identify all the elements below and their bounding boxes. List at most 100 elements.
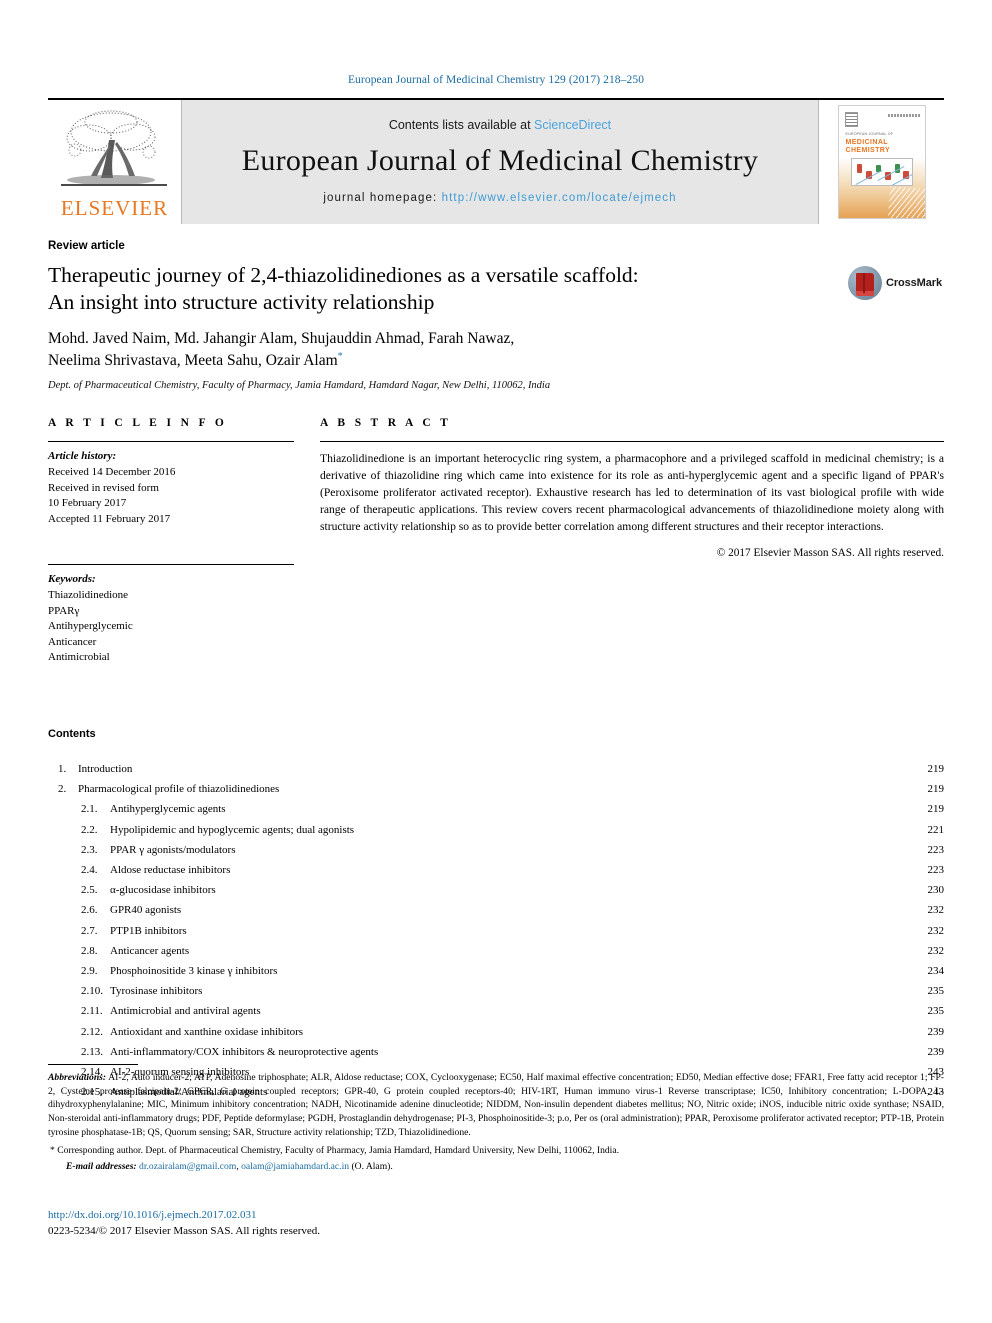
toc-page-number: 239	[927, 1045, 945, 1058]
keywords-label: Keywords:	[48, 573, 96, 586]
toc-row[interactable]: 2.7. PTP1B inhibitors 232	[48, 920, 944, 940]
toc-leader-dots	[383, 1043, 922, 1055]
author-list: Mohd. Javed Naim, Md. Jahangir Alam, Shu…	[48, 328, 944, 372]
toc-leader-dots	[220, 882, 922, 894]
toc-page-number: 232	[927, 924, 945, 937]
toc-row[interactable]: 2.3. PPAR γ agonists/modulators 223	[48, 839, 944, 859]
toc-leader-dots	[230, 801, 922, 813]
toc-label[interactable]: Hypolipidemic and hypoglycemic agents; d…	[110, 824, 359, 836]
cover-image: EUROPEAN JOURNAL OF MEDICINAL CHEMISTRY	[837, 105, 926, 219]
journal-homepage-line: journal homepage: http://www.elsevier.co…	[323, 192, 676, 204]
cover-title-line1: MEDICINAL	[845, 139, 888, 146]
toc-row[interactable]: 2.2. Hypolipidemic and hypoglycemic agent…	[48, 819, 944, 839]
corresponding-author-note: * Corresponding author. Dept. of Pharmac…	[50, 1144, 619, 1156]
keyword-item: Thiazolidinedione	[48, 588, 129, 601]
journal-cover-thumbnail: EUROPEAN JOURNAL OF MEDICINAL CHEMISTRY	[818, 100, 944, 224]
corresponding-author-marker[interactable]: *	[338, 351, 343, 362]
cover-title: MEDICINAL CHEMISTRY	[846, 139, 918, 155]
toc-row[interactable]: 2.1. Antihyperglycemic agents 219	[48, 798, 944, 818]
toc-row[interactable]: 2.12. Antioxidant and xanthine oxidase in…	[48, 1020, 944, 1040]
toc-leader-dots	[240, 841, 922, 853]
toc-row[interactable]: 2.4. Aldose reductase inhibitors 223	[48, 859, 944, 879]
cover-swoosh	[887, 186, 925, 218]
toc-label[interactable]: Introduction	[78, 764, 137, 775]
issn-copyright: 0223-5234/© 2017 Elsevier Masson SAS. Al…	[48, 1224, 321, 1237]
toc-number: 1.	[58, 763, 67, 776]
toc-label[interactable]: Antimicrobial and antiviral agents	[110, 1006, 266, 1017]
toc-number: 2.6.	[81, 904, 98, 917]
sciencedirect-link[interactable]: ScienceDirect	[534, 118, 611, 132]
info-abstract-section: A R T I C L E I N F O Article history: R…	[48, 417, 944, 666]
table-of-contents: 1. Introduction 219 2. Pharmacological profi…	[48, 758, 944, 1101]
keyword-item: Antihyperglycemic	[48, 620, 133, 633]
keyword-item: Anticancer	[48, 635, 97, 648]
elsevier-wordmark: ELSEVIER	[60, 196, 169, 220]
authors-line-2: Neelima Shrivastava, Meeta Sahu, Ozair A…	[48, 352, 338, 370]
email-link-secondary[interactable]: oalam@jamiahamdard.ac.in	[241, 1161, 349, 1172]
doi-link[interactable]: http://dx.doi.org/10.1016/j.ejmech.2017.…	[48, 1208, 320, 1224]
affiliation: Dept. of Pharmaceutical Chemistry, Facul…	[48, 380, 551, 392]
title-line-1: Therapeutic journey of 2,4-thiazolidined…	[48, 263, 639, 287]
toc-row[interactable]: 2.9. Phosphoinositide 3 kinase γ inhibito…	[48, 960, 944, 980]
toc-number: 2.1.	[81, 803, 98, 816]
keywords-rule	[48, 564, 294, 566]
elsevier-tree-icon	[59, 106, 171, 197]
toc-label[interactable]: Tyrosinase inhibitors	[110, 986, 207, 997]
toc-row[interactable]: 2.8. Anticancer agents 232	[48, 940, 944, 960]
keyword-item: PPARγ	[48, 604, 80, 617]
paper-first-page: European Journal of Medicinal Chemistry …	[0, 0, 992, 1323]
crossmark-icon	[848, 266, 882, 300]
toc-row[interactable]: 2. Pharmacological profile of thiazolidin…	[48, 778, 944, 798]
homepage-url-link[interactable]: http://www.elsevier.com/locate/ejmech	[442, 192, 677, 204]
toc-row[interactable]: 2.11. Antimicrobial and antiviral agents 2…	[48, 1000, 944, 1020]
toc-page-number: 235	[927, 985, 945, 998]
toc-number: 2.5.	[81, 884, 98, 897]
homepage-label: journal homepage:	[323, 192, 442, 204]
article-info-rule	[48, 441, 294, 443]
article-info-heading: A R T I C L E I N F O	[48, 417, 228, 430]
toc-number: 2.13.	[81, 1045, 103, 1058]
toc-page-number: 223	[927, 843, 945, 856]
toc-label[interactable]: PTP1B inhibitors	[110, 925, 192, 937]
toc-leader-dots	[235, 862, 922, 874]
title-line-2: An insight into structure activity relat…	[48, 290, 435, 315]
toc-row[interactable]: 2.10. Tyrosinase inhibitors 235	[48, 980, 944, 1000]
toc-leader-dots	[137, 761, 922, 773]
toc-label[interactable]: Antioxidant and xanthine oxidase inhibit…	[110, 1026, 308, 1038]
toc-page-number: 235	[927, 1005, 945, 1018]
abstract-body: Thiazolidinedione is an important hetero…	[320, 452, 944, 534]
toc-label[interactable]: Anti-inflammatory/COX inhibitors & neuro…	[110, 1046, 383, 1058]
article-info-column: A R T I C L E I N F O Article history: R…	[48, 417, 294, 666]
toc-number: 2.	[58, 783, 67, 796]
masthead-center: Contents lists available at ScienceDirec…	[182, 100, 818, 224]
toc-label[interactable]: Pharmacological profile of thiazolidined…	[78, 784, 284, 795]
journal-masthead: ELSEVIER Contents lists available at Sci…	[48, 98, 944, 224]
toc-label[interactable]: α-glucosidase inhibitors	[110, 885, 221, 896]
email-link-primary[interactable]: dr.ozairalam@gmail.com	[139, 1161, 236, 1172]
authors-line-1: Mohd. Javed Naim, Md. Jahangir Alam, Shu…	[48, 330, 515, 348]
page-title: Therapeutic journey of 2,4-thiazolidined…	[48, 262, 848, 316]
crossmark-badge[interactable]: CrossMark	[848, 266, 944, 300]
toc-row[interactable]: 1. Introduction 219	[48, 758, 944, 778]
footnote-rule	[48, 1064, 138, 1065]
toc-page-number: 219	[927, 763, 945, 776]
toc-label[interactable]: Aldose reductase inhibitors	[110, 865, 235, 876]
toc-label[interactable]: GPR40 agonists	[110, 905, 186, 916]
toc-label[interactable]: Phosphoinositide 3 kinase γ inhibitors	[110, 965, 282, 977]
toc-leader-dots	[308, 1023, 922, 1035]
toc-row[interactable]: 2.5. α-glucosidase inhibitors 230	[48, 879, 944, 899]
toc-label[interactable]: Antihyperglycemic agents	[110, 804, 231, 815]
toc-page-number: 239	[927, 1025, 945, 1038]
toc-row[interactable]: 2.6. GPR40 agonists 232	[48, 899, 944, 919]
email-suffix: (O. Alam).	[351, 1160, 393, 1172]
toc-label[interactable]: PPAR γ agonists/modulators	[110, 844, 240, 856]
abbreviations-body: AI-2, Auto inducer-2; ATP, Adenosine tri…	[48, 1072, 944, 1138]
toc-label[interactable]: Anticancer agents	[110, 945, 194, 957]
cover-issn-bar	[887, 114, 920, 117]
toc-row[interactable]: 2.13. Anti-inflammatory/COX inhibitors & …	[48, 1041, 944, 1061]
article-type: Review article	[48, 240, 125, 252]
toc-leader-dots	[194, 942, 922, 954]
toc-page-number: 230	[927, 884, 945, 897]
abbreviations-label: Abbreviations:	[48, 1072, 107, 1083]
journal-title: European Journal of Medicinal Chemistry	[241, 144, 759, 177]
